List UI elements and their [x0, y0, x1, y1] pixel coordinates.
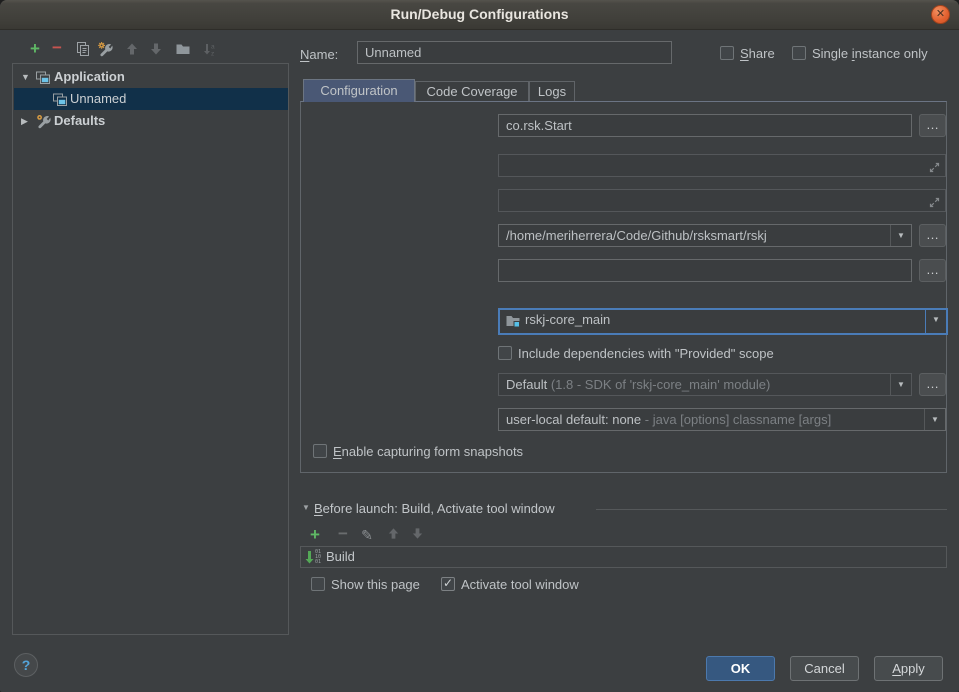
- browse-icon: …: [926, 262, 939, 277]
- capture-snapshots-checkbox[interactable]: [313, 444, 327, 458]
- dropdown-button[interactable]: ▼: [890, 225, 911, 246]
- dropdown-arrow-icon: ▼: [926, 310, 946, 329]
- copy-configuration-button[interactable]: [74, 41, 92, 59]
- create-folder-button[interactable]: [174, 41, 192, 59]
- capture-snapshots-label[interactable]: Enable capturing form snapshots: [333, 443, 523, 460]
- help-button[interactable]: ?: [14, 653, 38, 677]
- show-this-page-checkbox[interactable]: [311, 577, 325, 591]
- copy-icon: [75, 41, 91, 57]
- share-checkbox[interactable]: [720, 46, 734, 60]
- single-instance-checkbox[interactable]: [792, 46, 806, 60]
- environment-variables-input[interactable]: [498, 259, 912, 282]
- program-arguments-input[interactable]: [498, 189, 946, 212]
- name-input[interactable]: Unnamed: [357, 41, 672, 64]
- before-launch-add-button[interactable]: +: [306, 526, 324, 544]
- tab-code-coverage[interactable]: Code Coverage: [415, 81, 529, 102]
- before-launch-header[interactable]: Before launch: Build, Activate tool wind…: [314, 500, 555, 517]
- expanded-caret-icon[interactable]: ▼: [21, 66, 30, 88]
- remove-configuration-button[interactable]: −: [48, 40, 66, 58]
- show-this-page-label[interactable]: Show this page: [331, 576, 420, 593]
- before-launch-remove-button[interactable]: −: [334, 526, 352, 544]
- working-directory-combo[interactable]: /home/meriherrera/Code/Github/rsksmart/r…: [498, 224, 912, 247]
- section-collapse-icon[interactable]: ▼: [302, 503, 310, 512]
- svg-text:a: a: [211, 44, 215, 51]
- add-icon: +: [306, 526, 324, 544]
- task-label: Build: [326, 547, 355, 567]
- dropdown-arrow-icon: ▼: [925, 409, 945, 430]
- window-title: Run/Debug Configurations: [0, 0, 959, 30]
- build-icon: 011001: [305, 550, 321, 565]
- activate-tool-window-checkbox[interactable]: ✓: [441, 577, 455, 591]
- sort-configurations-button[interactable]: a z: [201, 41, 219, 59]
- tab-configuration[interactable]: Configuration: [303, 79, 415, 102]
- dropdown-button[interactable]: ▼: [925, 310, 946, 333]
- before-launch-edit-button[interactable]: ✎: [358, 526, 376, 544]
- remove-icon: −: [334, 526, 352, 542]
- before-launch-move-down-button[interactable]: [408, 526, 426, 544]
- jre-combo[interactable]: Default (1.8 - SDK of 'rskj-core_main' m…: [498, 373, 912, 396]
- include-provided-label[interactable]: Include dependencies with "Provided" sco…: [518, 345, 774, 362]
- dropdown-arrow-icon: ▼: [891, 225, 911, 246]
- edit-pencil-icon: ✎: [358, 526, 376, 544]
- move-down-icon: [148, 41, 164, 57]
- expand-field-icon[interactable]: [928, 159, 941, 180]
- tree-item-unnamed[interactable]: Unnamed: [14, 88, 288, 110]
- help-icon: ?: [22, 657, 31, 673]
- move-down-icon: [410, 526, 425, 541]
- close-icon: ✕: [936, 8, 945, 20]
- working-directory-browse-button[interactable]: …: [919, 224, 946, 247]
- dropdown-button[interactable]: ▼: [924, 409, 945, 430]
- move-up-button[interactable]: [123, 41, 141, 59]
- jre-browse-button[interactable]: …: [919, 373, 946, 396]
- move-up-icon: [124, 41, 140, 57]
- vm-options-input[interactable]: [498, 154, 946, 177]
- add-icon: +: [26, 40, 44, 58]
- collapsed-caret-icon[interactable]: ▶: [21, 110, 28, 132]
- remove-icon: −: [48, 40, 66, 56]
- wrench-gear-icon: [97, 41, 114, 58]
- cancel-button[interactable]: Cancel: [790, 656, 859, 681]
- apply-button[interactable]: Apply: [874, 656, 943, 681]
- section-divider: [596, 509, 947, 510]
- browse-icon: …: [926, 227, 939, 242]
- sort-alphabetically-icon: a z: [202, 41, 218, 57]
- run-debug-configurations-dialog: Run/Debug Configurations ✕ + −: [0, 0, 959, 692]
- browse-icon: …: [926, 376, 939, 391]
- module-classpath-combo[interactable]: rskj-core_main ▼: [498, 308, 948, 335]
- include-provided-checkbox[interactable]: [498, 346, 512, 360]
- main-class-browse-button[interactable]: …: [919, 114, 946, 137]
- main-class-input[interactable]: co.rsk.Start: [498, 114, 912, 137]
- dropdown-button[interactable]: ▼: [890, 374, 911, 395]
- task-row-build[interactable]: 011001 Build: [301, 547, 946, 567]
- before-launch-task-list: 011001 Build: [300, 546, 947, 568]
- tree-item-defaults[interactable]: ▶ Defaults: [14, 110, 288, 132]
- module-icon: [505, 313, 521, 334]
- folder-icon: [175, 41, 191, 57]
- move-down-button[interactable]: [147, 41, 165, 59]
- check-icon: ✓: [442, 577, 454, 589]
- before-launch-move-up-button[interactable]: [384, 526, 402, 544]
- dropdown-arrow-icon: ▼: [891, 374, 911, 395]
- tree-item-application[interactable]: ▼ Application: [14, 66, 288, 88]
- move-up-icon: [386, 526, 401, 541]
- environment-variables-browse-button[interactable]: …: [919, 259, 946, 282]
- title-bar[interactable]: Run/Debug Configurations ✕: [0, 0, 959, 30]
- close-button[interactable]: ✕: [931, 5, 950, 24]
- name-label: Name:: [300, 46, 338, 63]
- activate-tool-window-label[interactable]: Activate tool window: [461, 576, 579, 593]
- configurations-tree: ▼ Application Unnamed ▶: [12, 63, 289, 635]
- svg-text:z: z: [211, 51, 214, 58]
- add-configuration-button[interactable]: +: [26, 40, 44, 58]
- single-instance-label[interactable]: Single instance only: [812, 45, 928, 62]
- ok-button[interactable]: OK: [706, 656, 775, 681]
- share-label[interactable]: Share: [740, 45, 775, 62]
- edit-defaults-button[interactable]: [96, 41, 114, 59]
- shorten-command-line-combo[interactable]: user-local default: none - java [options…: [498, 408, 946, 431]
- browse-icon: …: [926, 117, 939, 132]
- expand-field-icon[interactable]: [928, 194, 941, 215]
- defaults-wrench-icon: [35, 113, 52, 137]
- tab-logs[interactable]: Logs: [529, 81, 575, 102]
